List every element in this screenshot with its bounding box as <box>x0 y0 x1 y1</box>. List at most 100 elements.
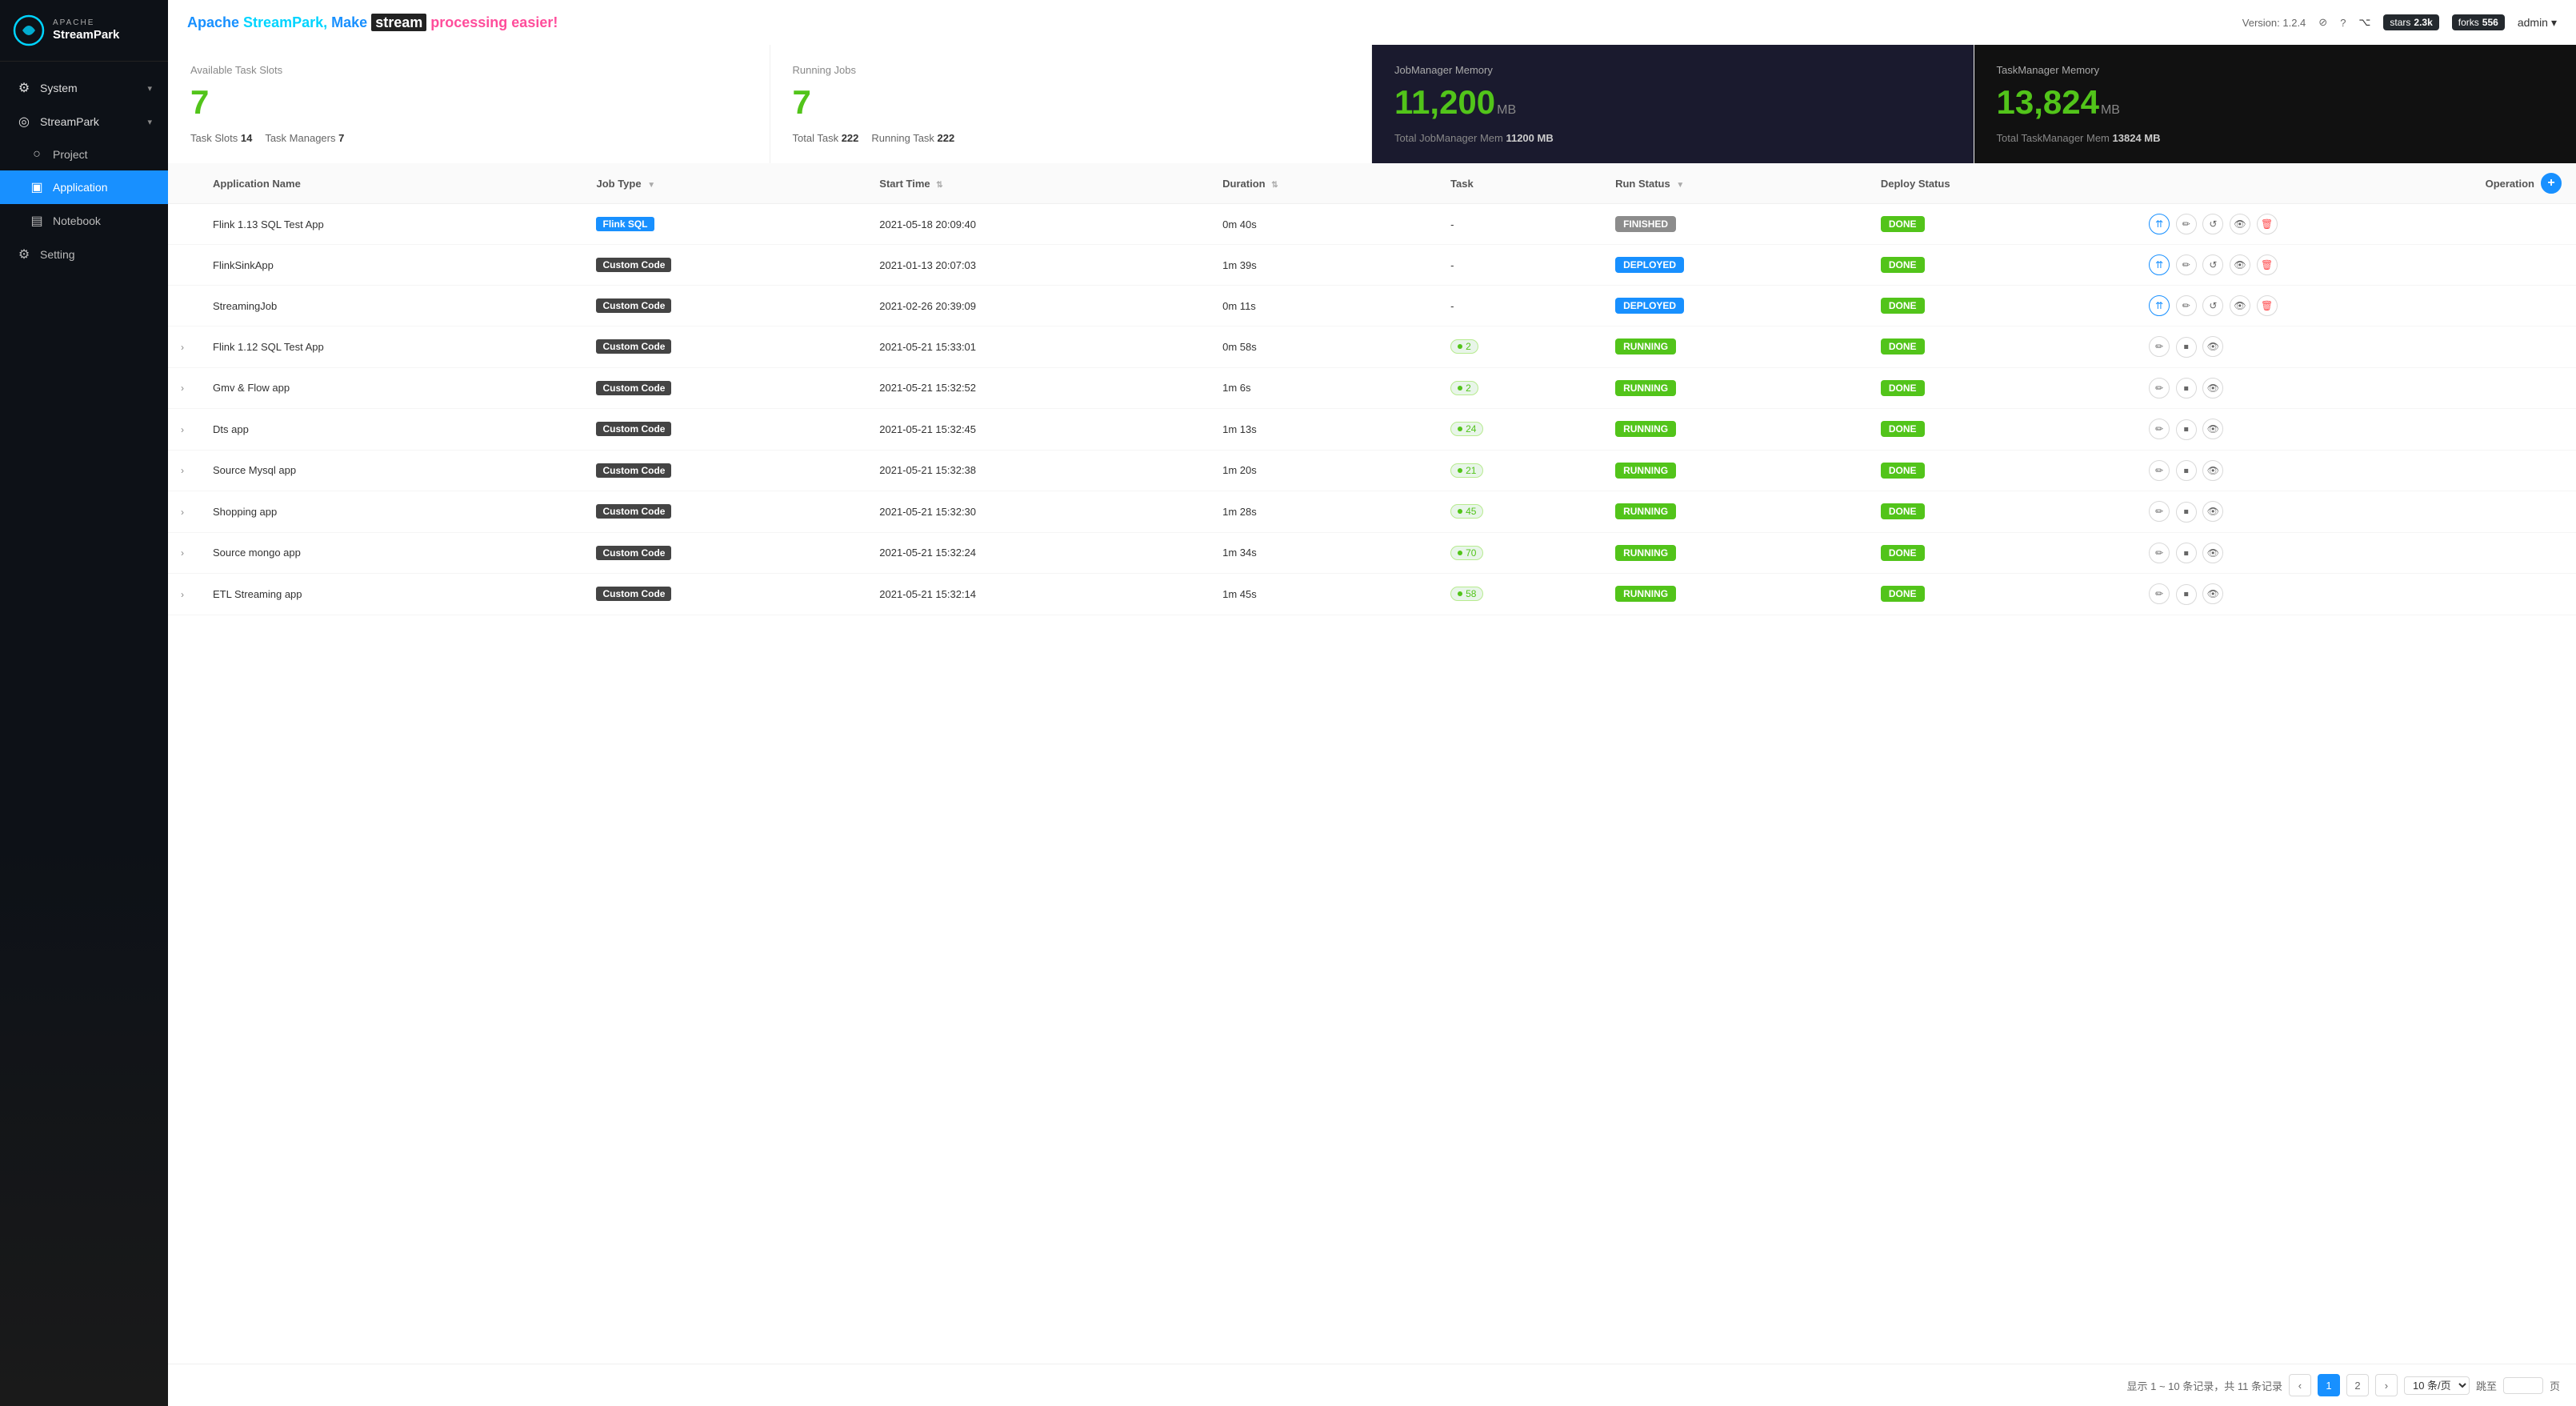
restart-button-3[interactable]: ↺ <box>2202 295 2223 316</box>
view-button-8[interactable]: 👁 <box>2202 501 2223 522</box>
view-button-5[interactable]: 👁 <box>2202 378 2223 399</box>
sidebar-item-system[interactable]: ⚙ System ▾ <box>0 71 168 105</box>
page-button-1[interactable]: 1 <box>2318 1374 2340 1396</box>
sidebar-item-streampark[interactable]: ◎ StreamPark ▾ <box>0 105 168 138</box>
main-content: Apache StreamPark, Make stream processin… <box>168 0 2576 1406</box>
view-button-4[interactable]: 👁 <box>2202 336 2223 357</box>
task-count-7: 21 <box>1450 463 1483 478</box>
restart-button-2[interactable]: ↺ <box>2202 254 2223 275</box>
sidebar-item-application-label: Application <box>53 181 108 194</box>
forks-count: 556 <box>2482 17 2498 28</box>
header-title: Apache StreamPark, Make stream processin… <box>187 14 558 31</box>
th-app-name: Application Name <box>200 163 583 204</box>
edit-button-1[interactable]: ✏ <box>2176 214 2197 234</box>
start-time-sort-icon[interactable]: ⇅ <box>936 181 942 190</box>
delete-button-3[interactable]: 🗑 <box>2257 295 2278 316</box>
stop-button-7[interactable]: ⏹ <box>2176 460 2197 481</box>
stop-button-9[interactable]: ⏹ <box>2176 543 2197 563</box>
custom-code-badge: Custom Code <box>596 339 671 354</box>
sidebar-item-setting[interactable]: ⚙ Setting <box>0 238 168 271</box>
stop-button-5[interactable]: ⏹ <box>2176 378 2197 399</box>
th-start-time[interactable]: Start Time ⇅ <box>866 163 1210 204</box>
expand-icon-9[interactable]: › <box>181 547 184 559</box>
sidebar-item-application[interactable]: ▣ Application <box>0 170 168 204</box>
expand-icon-6[interactable]: › <box>181 424 184 435</box>
row-expand-7[interactable]: › <box>168 450 200 491</box>
restart-button-1[interactable]: ↺ <box>2202 214 2223 234</box>
row-expand-6[interactable]: › <box>168 409 200 451</box>
view-button-7[interactable]: 👁 <box>2202 460 2223 481</box>
stop-button-10[interactable]: ⏹ <box>2176 584 2197 605</box>
row-expand-8[interactable]: › <box>168 491 200 533</box>
view-button-1[interactable]: 👁 <box>2230 214 2250 234</box>
sidebar-item-streampark-label: StreamPark <box>40 115 99 128</box>
view-button-9[interactable]: 👁 <box>2202 543 2223 563</box>
row-task-1: - <box>1438 204 1602 245</box>
nav-icon-2[interactable]: ? <box>2340 17 2346 29</box>
page-button-2[interactable]: 2 <box>2346 1374 2369 1396</box>
deploy-button-3[interactable]: ⇈ <box>2149 295 2170 316</box>
edit-button-8[interactable]: ✏ <box>2149 501 2170 522</box>
edit-button-4[interactable]: ✏ <box>2149 336 2170 357</box>
notebook-icon: ▤ <box>29 213 45 229</box>
edit-button-6[interactable]: ✏ <box>2149 419 2170 439</box>
next-page-button[interactable]: › <box>2375 1374 2398 1396</box>
th-duration[interactable]: Duration ⇅ <box>1210 163 1438 204</box>
prev-page-button[interactable]: ‹ <box>2289 1374 2311 1396</box>
expand-icon-5[interactable]: › <box>181 383 184 394</box>
github-forks-badge[interactable]: forks 556 <box>2452 14 2505 30</box>
expand-icon-10[interactable]: › <box>181 589 184 600</box>
row-job-type-3: Custom Code <box>583 286 866 326</box>
table-row: › Shopping app Custom Code 2021-05-21 15… <box>168 491 2576 533</box>
expand-icon-8[interactable]: › <box>181 507 184 518</box>
row-expand-5[interactable]: › <box>168 367 200 409</box>
streampark-nav-icon: ◎ <box>16 114 32 130</box>
delete-button-1[interactable]: 🗑 <box>2257 214 2278 234</box>
edit-button-2[interactable]: ✏ <box>2176 254 2197 275</box>
row-expand-4[interactable]: › <box>168 326 200 368</box>
sidebar-item-project[interactable]: ○ Project <box>0 138 168 170</box>
edit-button-3[interactable]: ✏ <box>2176 295 2197 316</box>
job-type-filter-icon[interactable]: ▼ <box>647 181 655 190</box>
running-task-count: Running Task 222 <box>871 132 954 144</box>
per-page-select[interactable]: 10 条/页 20 条/页 50 条/页 <box>2404 1376 2470 1395</box>
view-button-3[interactable]: 👁 <box>2230 295 2250 316</box>
page-jump-input[interactable] <box>2503 1377 2543 1394</box>
view-button-2[interactable]: 👁 <box>2230 254 2250 275</box>
row-expand-9[interactable]: › <box>168 532 200 574</box>
duration-sort-icon[interactable]: ⇅ <box>1271 181 1278 190</box>
deploy-button-2[interactable]: ⇈ <box>2149 254 2170 275</box>
stop-button-6[interactable]: ⏹ <box>2176 419 2197 440</box>
stop-button-4[interactable]: ⏹ <box>2176 337 2197 358</box>
edit-button-9[interactable]: ✏ <box>2149 543 2170 563</box>
row-duration-10: 1m 45s <box>1210 574 1438 615</box>
row-expand-10[interactable]: › <box>168 574 200 615</box>
row-deploy-status-5: DONE <box>1868 367 2134 409</box>
admin-dropdown[interactable]: admin ▾ <box>2518 16 2557 30</box>
view-button-6[interactable]: 👁 <box>2202 419 2223 439</box>
github-stars-badge[interactable]: stars 2.3k <box>2383 14 2438 30</box>
row-duration-1: 0m 40s <box>1210 204 1438 245</box>
edit-button-10[interactable]: ✏ <box>2149 583 2170 604</box>
nav-icon-1[interactable]: ⊘ <box>2318 16 2327 29</box>
th-job-type[interactable]: Job Type ▼ <box>583 163 866 204</box>
table-row: › Dts app Custom Code 2021-05-21 15:32:4… <box>168 409 2576 451</box>
delete-button-2[interactable]: 🗑 <box>2257 254 2278 275</box>
expand-icon-4[interactable]: › <box>181 342 184 353</box>
stop-button-8[interactable]: ⏹ <box>2176 502 2197 523</box>
row-run-status-5: RUNNING <box>1602 367 1868 409</box>
row-run-status-7: RUNNING <box>1602 450 1868 491</box>
expand-icon-7[interactable]: › <box>181 465 184 476</box>
logo-text: APACHE StreamPark <box>53 18 119 42</box>
run-status-filter-icon[interactable]: ▼ <box>1676 181 1684 190</box>
header-actions: Version: 1.2.4 ⊘ ? ⌥ stars 2.3k forks 55… <box>2242 14 2557 30</box>
add-application-button[interactable]: + <box>2541 173 2562 194</box>
task-count-9: 70 <box>1450 546 1483 560</box>
github-icon[interactable]: ⌥ <box>2358 16 2370 29</box>
edit-button-7[interactable]: ✏ <box>2149 460 2170 481</box>
sidebar-item-notebook[interactable]: ▤ Notebook <box>0 204 168 238</box>
view-button-10[interactable]: 👁 <box>2202 583 2223 604</box>
edit-button-5[interactable]: ✏ <box>2149 378 2170 399</box>
th-run-status[interactable]: Run Status ▼ <box>1602 163 1868 204</box>
deploy-button-1[interactable]: ⇈ <box>2149 214 2170 234</box>
